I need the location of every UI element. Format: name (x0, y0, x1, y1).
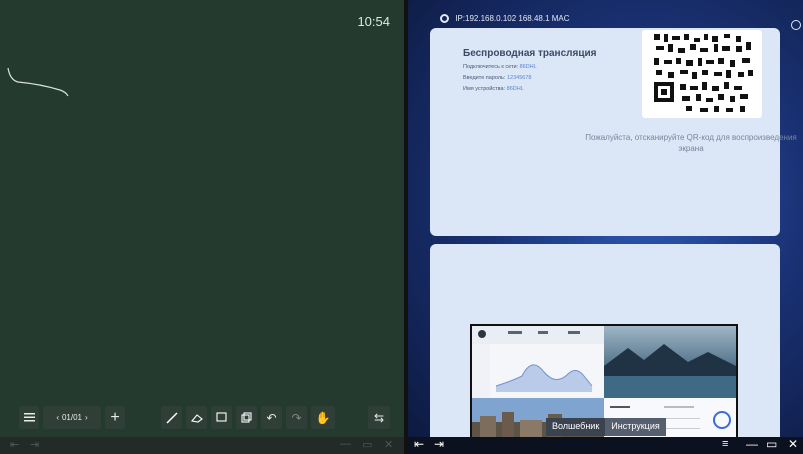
undo-icon: ↶ (266, 410, 277, 425)
page-navigator[interactable]: ‹ 01/01 › (43, 406, 101, 429)
network-row: Подключитесь к сети: 86DHL (463, 64, 537, 70)
add-page-button[interactable]: + (105, 406, 125, 429)
minimize-icon[interactable]: — (340, 438, 351, 450)
search-icon[interactable] (791, 20, 801, 30)
select-button[interactable] (211, 406, 232, 429)
whiteboard-toolbar: ‹ 01/01 › + ↶ ↷ ✋ ⇆ (0, 403, 404, 431)
pen-icon (165, 411, 178, 424)
tab-wizard[interactable]: Волшебник (546, 418, 606, 436)
arrow-right-bar-icon[interactable]: ⇥ (434, 437, 444, 451)
maximize-icon[interactable]: ▭ (362, 438, 372, 451)
pen-button[interactable] (161, 406, 182, 429)
arrow-right-icon[interactable]: ⇥ (30, 438, 39, 451)
list-icon (23, 413, 35, 422)
hand-icon: ✋ (315, 410, 331, 425)
whiteboard-canvas[interactable]: 10:54 ‹ 01/01 › + ↶ ↷ ✋ ⇆ (0, 0, 404, 437)
switch-button[interactable]: ⇆ (368, 406, 390, 429)
redo-icon: ↷ (291, 410, 302, 425)
menu-list-button[interactable] (19, 406, 39, 429)
plus-icon: + (110, 408, 120, 426)
wireless-title: Беспроводная трансляция (463, 48, 597, 59)
dashboard-thumbnail (472, 326, 604, 398)
arrow-left-bar-icon[interactable]: ⇤ (414, 437, 424, 451)
redo-button[interactable]: ↷ (286, 406, 307, 429)
chevron-right-icon[interactable]: › (85, 413, 88, 422)
scan-instructions: Пожалуйста, отсканируйте QR-код для восп… (585, 133, 797, 153)
select-icon (216, 412, 227, 422)
logo-icon (440, 14, 449, 24)
swap-icon: ⇆ (373, 410, 385, 425)
menu-icon[interactable]: ≡ (722, 438, 728, 450)
clock: 10:54 (357, 14, 390, 29)
page-counter: 01/01 (61, 413, 83, 422)
qr-code-icon (654, 34, 753, 112)
left-status-bar: ⇤ ⇥ — ▭ ✕ (0, 437, 404, 454)
close-icon[interactable]: ✕ (384, 438, 393, 451)
shape-icon (241, 412, 252, 423)
network-info-text: IP:192.168.0.102 168.48.1 MAC (455, 14, 570, 23)
close-icon[interactable]: ✕ (788, 437, 798, 451)
password-row: Введите пароль: 12345678 (463, 75, 532, 81)
gesture-button[interactable]: ✋ (311, 406, 335, 429)
right-status-bar: ⇤ ⇥ ≡ — ▭ ✕ (408, 437, 803, 454)
chevron-left-icon[interactable]: ‹ (56, 413, 59, 422)
bottom-tabs: Волшебник Инструкция (546, 418, 666, 436)
tab-instructions[interactable]: Инструкция (605, 418, 666, 436)
landscape-thumbnail (604, 326, 736, 398)
undo-button[interactable]: ↶ (261, 406, 282, 429)
eraser-icon (190, 413, 203, 423)
network-info-bar: IP:192.168.0.102 168.48.1 MAC (408, 14, 803, 28)
wireless-card: Беспроводная трансляция Подключитесь к с… (430, 28, 797, 236)
screen-share-panel: Беспроводная трансляция Подключитесь к с… (408, 0, 803, 437)
ink-stroke (7, 67, 69, 97)
maximize-icon[interactable]: ▭ (766, 437, 777, 451)
eraser-button[interactable] (186, 406, 207, 429)
arrow-left-icon[interactable]: ⇤ (10, 438, 19, 451)
minimize-icon[interactable]: — (746, 437, 758, 451)
guide-card (430, 244, 780, 437)
shape-button[interactable] (236, 406, 257, 429)
device-name-row: Имя устройства: 86DHL (463, 86, 524, 92)
qr-code (642, 30, 762, 118)
